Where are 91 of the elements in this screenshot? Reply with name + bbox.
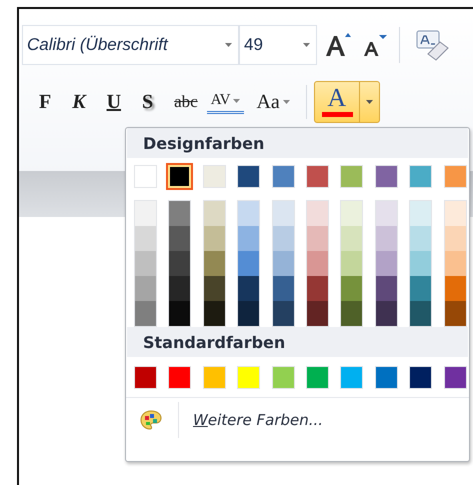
color-swatch[interactable] [306, 301, 328, 326]
color-swatch[interactable] [204, 276, 225, 301]
color-swatch[interactable] [272, 301, 294, 326]
color-swatch[interactable] [306, 366, 329, 389]
color-swatch[interactable] [341, 301, 362, 326]
color-swatch[interactable] [376, 201, 397, 226]
color-swatch[interactable] [169, 226, 190, 251]
color-swatch[interactable] [272, 251, 294, 276]
italic-button[interactable]: K [68, 88, 90, 116]
color-swatch[interactable] [204, 226, 225, 251]
color-swatch[interactable] [410, 251, 432, 276]
bold-button[interactable]: F [35, 88, 56, 116]
clear-formatting-icon[interactable] [414, 28, 450, 62]
color-swatch[interactable] [444, 251, 466, 276]
color-swatch[interactable] [376, 301, 397, 326]
color-swatch[interactable] [410, 201, 432, 226]
color-swatch[interactable] [135, 251, 156, 276]
color-swatch[interactable] [272, 276, 294, 301]
font-size-field[interactable]: 49 [239, 25, 317, 65]
color-swatch[interactable] [238, 251, 260, 276]
color-swatch[interactable] [444, 366, 467, 389]
shadow-button[interactable]: S [138, 88, 158, 116]
color-swatch[interactable] [204, 251, 225, 276]
color-swatch[interactable] [306, 251, 328, 276]
dropdown-icon[interactable] [366, 100, 373, 104]
palette-icon [140, 410, 162, 430]
color-swatch[interactable] [410, 301, 432, 326]
font-color-button[interactable]: A [314, 81, 380, 123]
color-swatch[interactable] [410, 226, 432, 251]
color-swatch[interactable] [306, 165, 329, 188]
color-swatch[interactable] [238, 301, 260, 326]
color-swatch[interactable] [238, 276, 260, 301]
color-swatch[interactable] [168, 165, 192, 188]
color-swatch[interactable] [444, 165, 467, 188]
color-swatch[interactable] [444, 301, 466, 326]
section-heading: Standardfarben [127, 327, 468, 357]
color-swatch[interactable] [341, 251, 362, 276]
color-swatch[interactable] [168, 366, 192, 389]
color-swatch[interactable] [272, 366, 295, 389]
color-swatch[interactable] [202, 165, 226, 188]
color-swatch[interactable] [134, 366, 157, 389]
dropdown-icon [303, 43, 310, 47]
color-swatch[interactable] [134, 165, 157, 188]
color-swatch[interactable] [169, 301, 190, 326]
spacing-button[interactable]: AV [206, 90, 244, 114]
strikethrough-button[interactable]: abc [170, 90, 202, 114]
color-swatch[interactable] [169, 251, 190, 276]
color-swatch[interactable] [272, 165, 295, 188]
color-swatch[interactable] [340, 165, 364, 188]
color-swatch[interactable] [341, 201, 362, 226]
more-colors-item[interactable]: Weitere Farben... [193, 411, 324, 429]
color-swatch[interactable] [409, 366, 432, 389]
color-swatch[interactable] [376, 276, 397, 301]
color-swatch[interactable] [376, 226, 397, 251]
dropdown-icon [233, 98, 240, 102]
underline-button[interactable]: U [102, 88, 126, 116]
font-name-field[interactable]: Calibri (Überschrift [22, 25, 239, 65]
color-swatch[interactable] [169, 201, 190, 226]
dropdown-icon [225, 43, 232, 47]
color-swatch[interactable] [238, 226, 260, 251]
color-swatch[interactable] [306, 201, 328, 226]
color-swatch[interactable] [306, 226, 328, 251]
color-swatch[interactable] [237, 366, 260, 389]
color-swatch[interactable] [444, 226, 466, 251]
color-swatch[interactable] [409, 165, 432, 188]
color-swatch[interactable] [204, 301, 225, 326]
color-swatch[interactable] [444, 201, 466, 226]
color-swatch[interactable] [341, 276, 362, 301]
color-swatch[interactable] [272, 201, 294, 226]
color-swatch[interactable] [341, 226, 362, 251]
section-heading: Designfarben [127, 128, 468, 158]
color-swatch[interactable] [135, 226, 156, 251]
color-swatch[interactable] [202, 366, 226, 389]
color-swatch[interactable] [238, 201, 260, 226]
grow-font-icon[interactable] [323, 31, 353, 59]
color-swatch[interactable] [306, 276, 328, 301]
color-swatch[interactable] [376, 251, 397, 276]
dropdown-icon [282, 100, 290, 104]
color-swatch[interactable] [272, 226, 294, 251]
color-swatch[interactable] [237, 165, 260, 188]
color-swatch[interactable] [374, 366, 398, 389]
color-swatch[interactable] [444, 276, 466, 301]
color-swatch[interactable] [135, 276, 156, 301]
case-button[interactable]: Aa [252, 88, 294, 116]
color-swatch[interactable] [374, 165, 398, 188]
color-swatch[interactable] [204, 201, 225, 226]
color-swatch[interactable] [135, 301, 156, 326]
color-swatch[interactable] [169, 276, 190, 301]
color-swatch[interactable] [340, 366, 364, 389]
color-swatch[interactable] [410, 276, 432, 301]
color-swatch[interactable] [135, 201, 156, 226]
